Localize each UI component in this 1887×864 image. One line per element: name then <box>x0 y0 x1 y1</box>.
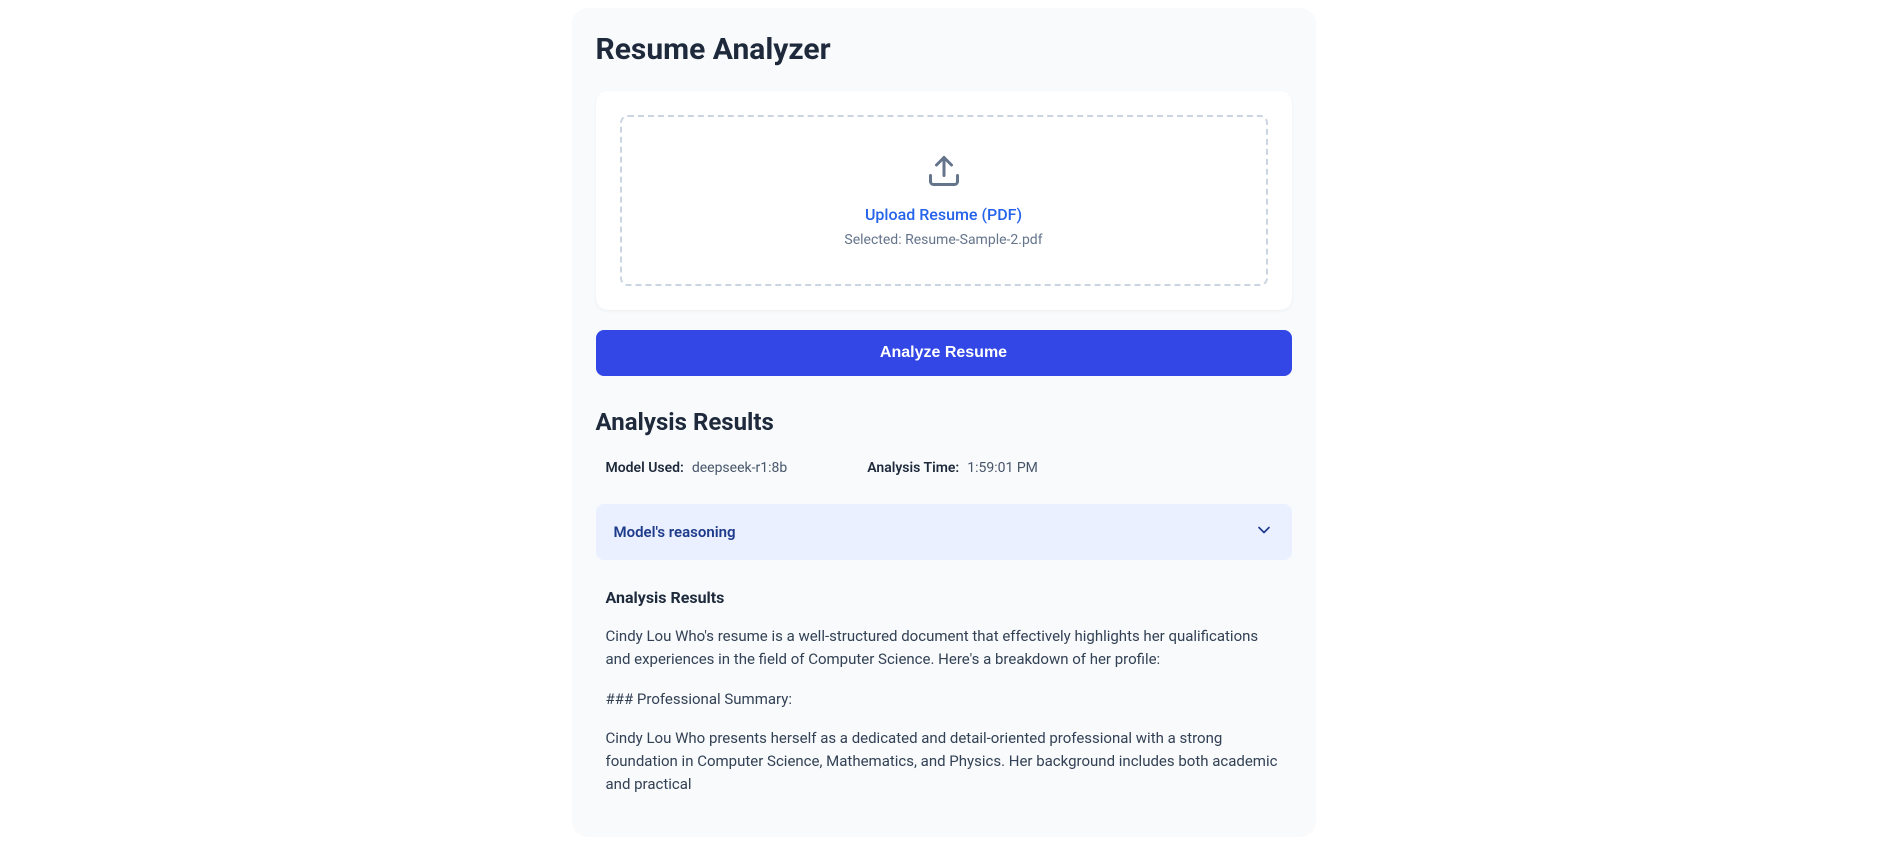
results-heading: Analysis Results <box>596 408 1292 436</box>
analysis-time-label: Analysis Time: <box>867 460 959 476</box>
upload-card: Upload Resume (PDF) Selected: Resume-Sam… <box>596 91 1292 310</box>
upload-icon <box>642 153 1246 189</box>
model-used-value: deepseek-r1:8b <box>692 460 787 476</box>
analyze-button[interactable]: Analyze Resume <box>596 330 1292 376</box>
selected-filename: Resume-Sample-2.pdf <box>905 232 1043 248</box>
analysis-time: Analysis Time: 1:59:01 PM <box>867 460 1038 476</box>
results-body: Analysis Results Cindy Lou Who's resume … <box>596 588 1292 797</box>
results-subheading: Analysis Results <box>606 588 1282 607</box>
results-paragraph-2: ### Professional Summary: <box>606 688 1282 711</box>
model-used-label: Model Used: <box>606 460 684 476</box>
selected-prefix: Selected: <box>844 232 905 248</box>
page-title: Resume Analyzer <box>596 32 1292 67</box>
selected-file-label: Selected: Resume-Sample-2.pdf <box>642 232 1246 248</box>
upload-link[interactable]: Upload Resume (PDF) <box>642 205 1246 224</box>
reasoning-toggle[interactable]: Model's reasoning <box>596 504 1292 560</box>
upload-dropzone[interactable]: Upload Resume (PDF) Selected: Resume-Sam… <box>620 115 1268 286</box>
results-paragraph-1: Cindy Lou Who's resume is a well-structu… <box>606 625 1282 672</box>
model-used: Model Used: deepseek-r1:8b <box>606 460 788 476</box>
chevron-down-icon <box>1254 520 1274 544</box>
results-meta: Model Used: deepseek-r1:8b Analysis Time… <box>596 460 1292 476</box>
app-container: Resume Analyzer Upload Resume (PDF) Sele… <box>572 8 1316 837</box>
analysis-time-value: 1:59:01 PM <box>967 460 1038 476</box>
results-paragraph-3: Cindy Lou Who presents herself as a dedi… <box>606 727 1282 797</box>
reasoning-label: Model's reasoning <box>614 523 736 541</box>
